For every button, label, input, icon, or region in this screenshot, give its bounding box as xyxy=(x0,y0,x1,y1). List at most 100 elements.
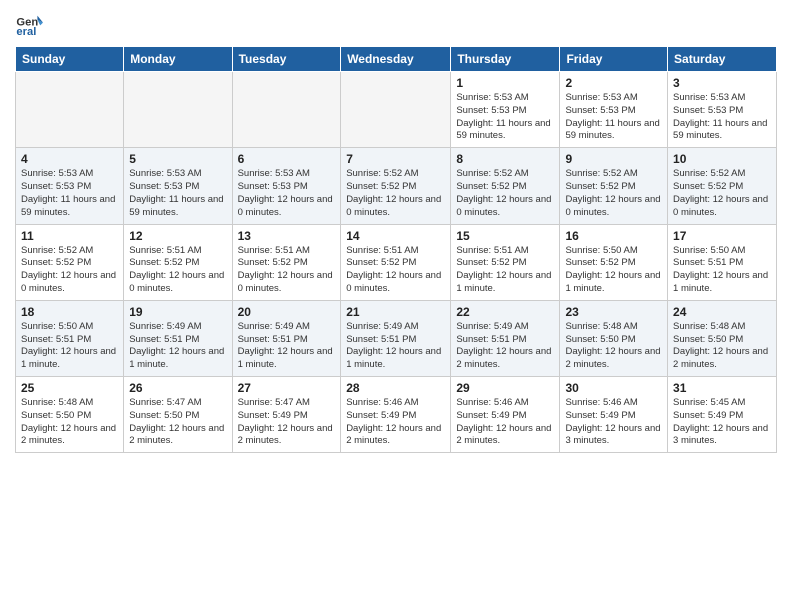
day-info: Sunrise: 5:45 AM Sunset: 5:49 PM Dayligh… xyxy=(673,397,771,448)
day-info: Sunrise: 5:52 AM Sunset: 5:52 PM Dayligh… xyxy=(21,245,118,296)
day-info: Sunrise: 5:49 AM Sunset: 5:51 PM Dayligh… xyxy=(346,321,445,372)
weekday-header-friday: Friday xyxy=(560,47,668,72)
day-info: Sunrise: 5:51 AM Sunset: 5:52 PM Dayligh… xyxy=(129,245,226,296)
day-number: 3 xyxy=(673,76,771,90)
day-info: Sunrise: 5:52 AM Sunset: 5:52 PM Dayligh… xyxy=(456,168,554,219)
calendar-cell: 19 Sunrise: 5:49 AM Sunset: 5:51 PM Dayli… xyxy=(124,300,232,376)
day-number: 19 xyxy=(129,305,226,319)
calendar-cell: 20 Sunrise: 5:49 AM Sunset: 5:51 PM Dayli… xyxy=(232,300,341,376)
day-number: 29 xyxy=(456,381,554,395)
day-number: 14 xyxy=(346,229,445,243)
calendar-table: SundayMondayTuesdayWednesdayThursdayFrid… xyxy=(15,46,777,453)
day-number: 8 xyxy=(456,152,554,166)
calendar-cell: 25 Sunrise: 5:48 AM Sunset: 5:50 PM Dayli… xyxy=(16,377,124,453)
calendar-cell: 6Sunrise: 5:53 AM Sunset: 5:53 PM Daylig… xyxy=(232,148,341,224)
day-info: Sunrise: 5:51 AM Sunset: 5:52 PM Dayligh… xyxy=(346,245,445,296)
day-info: Sunrise: 5:53 AM Sunset: 5:53 PM Dayligh… xyxy=(456,92,554,143)
logo-icon: Gen eral xyxy=(15,10,43,38)
calendar-cell: 4 Sunrise: 5:53 AM Sunset: 5:53 PM Daylig… xyxy=(16,148,124,224)
day-info: Sunrise: 5:46 AM Sunset: 5:49 PM Dayligh… xyxy=(565,397,662,448)
day-info: Sunrise: 5:53 AM Sunset: 5:53 PM Dayligh… xyxy=(21,168,118,219)
weekday-header-thursday: Thursday xyxy=(451,47,560,72)
weekday-header-row: SundayMondayTuesdayWednesdayThursdayFrid… xyxy=(16,47,777,72)
day-number: 18 xyxy=(21,305,118,319)
calendar-cell: 22Sunrise: 5:49 AM Sunset: 5:51 PM Dayli… xyxy=(451,300,560,376)
day-info: Sunrise: 5:48 AM Sunset: 5:50 PM Dayligh… xyxy=(21,397,118,448)
calendar-cell xyxy=(341,72,451,148)
day-number: 21 xyxy=(346,305,445,319)
day-info: Sunrise: 5:47 AM Sunset: 5:49 PM Dayligh… xyxy=(238,397,336,448)
day-number: 7 xyxy=(346,152,445,166)
weekday-header-tuesday: Tuesday xyxy=(232,47,341,72)
calendar-week-row: 25 Sunrise: 5:48 AM Sunset: 5:50 PM Dayli… xyxy=(16,377,777,453)
day-info: Sunrise: 5:52 AM Sunset: 5:52 PM Dayligh… xyxy=(565,168,662,219)
day-number: 20 xyxy=(238,305,336,319)
calendar-cell: 14 Sunrise: 5:51 AM Sunset: 5:52 PM Dayli… xyxy=(341,224,451,300)
calendar-cell: 12 Sunrise: 5:51 AM Sunset: 5:52 PM Dayli… xyxy=(124,224,232,300)
page-header: Gen eral xyxy=(15,10,777,38)
day-info: Sunrise: 5:48 AM Sunset: 5:50 PM Dayligh… xyxy=(673,321,771,372)
day-number: 30 xyxy=(565,381,662,395)
calendar-cell: 31 Sunrise: 5:45 AM Sunset: 5:49 PM Dayli… xyxy=(668,377,777,453)
calendar-cell: 29Sunrise: 5:46 AM Sunset: 5:49 PM Dayli… xyxy=(451,377,560,453)
calendar-cell: 8 Sunrise: 5:52 AM Sunset: 5:52 PM Daylig… xyxy=(451,148,560,224)
day-info: Sunrise: 5:51 AM Sunset: 5:52 PM Dayligh… xyxy=(456,245,554,296)
day-number: 25 xyxy=(21,381,118,395)
day-number: 4 xyxy=(21,152,118,166)
calendar-cell: 10 Sunrise: 5:52 AM Sunset: 5:52 PM Dayli… xyxy=(668,148,777,224)
day-number: 31 xyxy=(673,381,771,395)
day-number: 13 xyxy=(238,229,336,243)
calendar-cell: 27 Sunrise: 5:47 AM Sunset: 5:49 PM Dayli… xyxy=(232,377,341,453)
day-info: Sunrise: 5:52 AM Sunset: 5:52 PM Dayligh… xyxy=(673,168,771,219)
weekday-header-sunday: Sunday xyxy=(16,47,124,72)
calendar-cell: 30 Sunrise: 5:46 AM Sunset: 5:49 PM Dayli… xyxy=(560,377,668,453)
day-info: Sunrise: 5:50 AM Sunset: 5:52 PM Dayligh… xyxy=(565,245,662,296)
day-info: Sunrise: 5:51 AM Sunset: 5:52 PM Dayligh… xyxy=(238,245,336,296)
calendar-cell: 24 Sunrise: 5:48 AM Sunset: 5:50 PM Dayli… xyxy=(668,300,777,376)
calendar-cell: 11 Sunrise: 5:52 AM Sunset: 5:52 PM Dayli… xyxy=(16,224,124,300)
calendar-week-row: 4 Sunrise: 5:53 AM Sunset: 5:53 PM Daylig… xyxy=(16,148,777,224)
day-number: 1 xyxy=(456,76,554,90)
day-number: 23 xyxy=(565,305,662,319)
day-number: 9 xyxy=(565,152,662,166)
day-number: 24 xyxy=(673,305,771,319)
day-number: 2 xyxy=(565,76,662,90)
calendar-cell: 5Sunrise: 5:53 AM Sunset: 5:53 PM Daylig… xyxy=(124,148,232,224)
calendar-cell: 7Sunrise: 5:52 AM Sunset: 5:52 PM Daylig… xyxy=(341,148,451,224)
day-info: Sunrise: 5:49 AM Sunset: 5:51 PM Dayligh… xyxy=(456,321,554,372)
calendar-week-row: 18Sunrise: 5:50 AM Sunset: 5:51 PM Dayli… xyxy=(16,300,777,376)
calendar-cell: 2Sunrise: 5:53 AM Sunset: 5:53 PM Daylig… xyxy=(560,72,668,148)
day-info: Sunrise: 5:46 AM Sunset: 5:49 PM Dayligh… xyxy=(346,397,445,448)
calendar-cell: 26Sunrise: 5:47 AM Sunset: 5:50 PM Dayli… xyxy=(124,377,232,453)
day-number: 17 xyxy=(673,229,771,243)
calendar-cell: 3 Sunrise: 5:53 AM Sunset: 5:53 PM Daylig… xyxy=(668,72,777,148)
weekday-header-saturday: Saturday xyxy=(668,47,777,72)
day-number: 16 xyxy=(565,229,662,243)
calendar-week-row: 11 Sunrise: 5:52 AM Sunset: 5:52 PM Dayli… xyxy=(16,224,777,300)
weekday-header-monday: Monday xyxy=(124,47,232,72)
calendar-cell: 1 Sunrise: 5:53 AM Sunset: 5:53 PM Daylig… xyxy=(451,72,560,148)
svg-text:eral: eral xyxy=(16,26,36,38)
day-info: Sunrise: 5:50 AM Sunset: 5:51 PM Dayligh… xyxy=(673,245,771,296)
day-info: Sunrise: 5:48 AM Sunset: 5:50 PM Dayligh… xyxy=(565,321,662,372)
day-info: Sunrise: 5:47 AM Sunset: 5:50 PM Dayligh… xyxy=(129,397,226,448)
calendar-cell: 28 Sunrise: 5:46 AM Sunset: 5:49 PM Dayli… xyxy=(341,377,451,453)
calendar-cell: 15 Sunrise: 5:51 AM Sunset: 5:52 PM Dayli… xyxy=(451,224,560,300)
calendar-cell: 23 Sunrise: 5:48 AM Sunset: 5:50 PM Dayli… xyxy=(560,300,668,376)
weekday-header-wednesday: Wednesday xyxy=(341,47,451,72)
logo: Gen eral xyxy=(15,10,47,38)
day-info: Sunrise: 5:53 AM Sunset: 5:53 PM Dayligh… xyxy=(129,168,226,219)
day-number: 6 xyxy=(238,152,336,166)
day-info: Sunrise: 5:49 AM Sunset: 5:51 PM Dayligh… xyxy=(238,321,336,372)
day-number: 10 xyxy=(673,152,771,166)
day-number: 28 xyxy=(346,381,445,395)
day-number: 15 xyxy=(456,229,554,243)
day-number: 11 xyxy=(21,229,118,243)
calendar-week-row: 1 Sunrise: 5:53 AM Sunset: 5:53 PM Daylig… xyxy=(16,72,777,148)
calendar-cell: 13 Sunrise: 5:51 AM Sunset: 5:52 PM Dayli… xyxy=(232,224,341,300)
calendar-cell: 16 Sunrise: 5:50 AM Sunset: 5:52 PM Dayli… xyxy=(560,224,668,300)
day-info: Sunrise: 5:53 AM Sunset: 5:53 PM Dayligh… xyxy=(673,92,771,143)
day-number: 12 xyxy=(129,229,226,243)
day-number: 27 xyxy=(238,381,336,395)
day-info: Sunrise: 5:49 AM Sunset: 5:51 PM Dayligh… xyxy=(129,321,226,372)
